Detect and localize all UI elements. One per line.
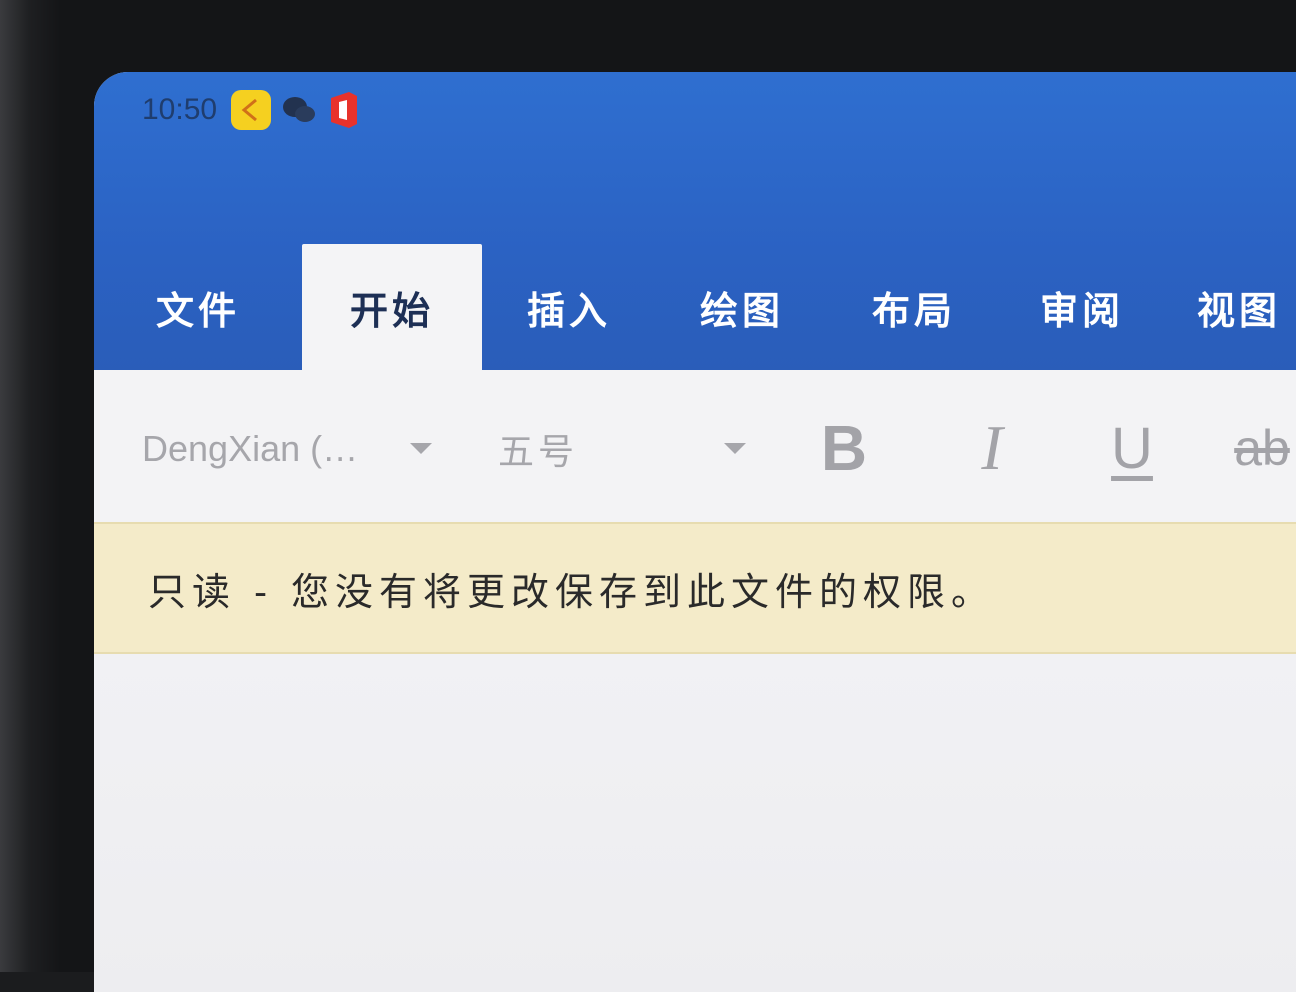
font-size-value: 五号 — [498, 432, 579, 473]
tablet-device: 10:50 文件 开始 插入 绘图 布局 审阅 视图 DengXian (… 五… — [0, 0, 1296, 992]
chevron-down-icon — [724, 443, 746, 454]
chevron-down-icon — [410, 443, 432, 454]
status-time: 10:50 — [142, 93, 218, 126]
italic-button[interactable]: I — [952, 412, 1032, 484]
font-name-value: DengXian (… — [142, 428, 359, 469]
tab-home[interactable]: 开始 — [302, 244, 482, 370]
home-ribbon: DengXian (… 五号 B I U ab — [94, 370, 1296, 522]
tab-review[interactable]: 审阅 — [1000, 244, 1164, 370]
tab-file[interactable]: 文件 — [94, 244, 302, 370]
status-bar: 10:50 — [142, 90, 361, 130]
wechat-icon — [279, 90, 319, 130]
tab-draw[interactable]: 绘图 — [656, 244, 828, 370]
ribbon-tabs: 文件 开始 插入 绘图 布局 审阅 视图 — [94, 244, 1296, 370]
office-icon — [327, 90, 361, 130]
font-name-dropdown[interactable]: DengXian (… — [142, 422, 442, 476]
title-bar: 10:50 文件 开始 插入 绘图 布局 审阅 视图 — [94, 72, 1296, 370]
tab-view[interactable]: 视图 — [1164, 244, 1296, 370]
document-canvas[interactable] — [94, 654, 1296, 992]
read-only-message: 只读 - 您没有将更改保存到此文件的权限。 — [148, 569, 995, 614]
yellow-app-icon — [231, 90, 272, 130]
app-screen: 10:50 文件 开始 插入 绘图 布局 审阅 视图 DengXian (… 五… — [94, 72, 1296, 992]
strikethrough-button[interactable]: ab — [1222, 412, 1296, 484]
bold-button[interactable]: B — [804, 412, 884, 484]
tab-layout[interactable]: 布局 — [828, 244, 1000, 370]
tab-insert[interactable]: 插入 — [482, 244, 656, 370]
underline-button[interactable]: U — [1092, 412, 1172, 484]
font-size-dropdown[interactable]: 五号 — [498, 422, 748, 476]
read-only-message-bar: 只读 - 您没有将更改保存到此文件的权限。 — [94, 522, 1296, 654]
